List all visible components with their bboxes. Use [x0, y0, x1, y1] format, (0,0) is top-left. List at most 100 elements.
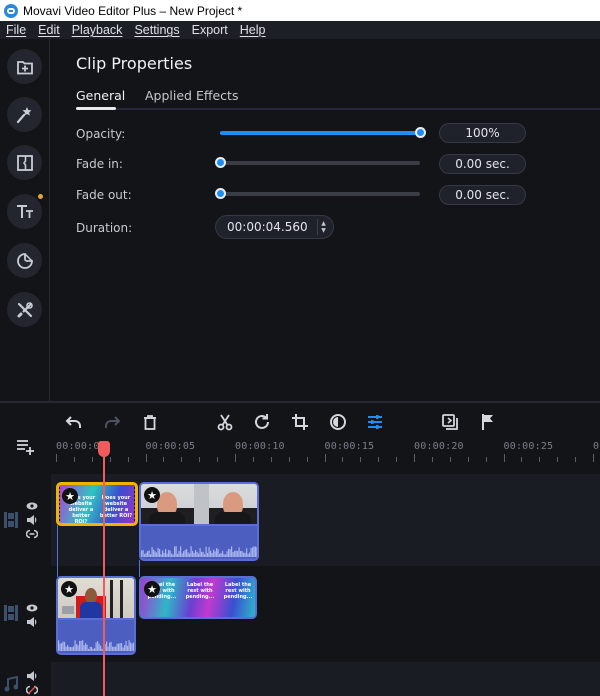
ruler-tick: [467, 457, 469, 462]
ruler-label: 00:00:10: [235, 441, 285, 452]
redo-button[interactable]: [102, 412, 122, 432]
title-clip[interactable]: ★ Label the rest with pending... Label t…: [139, 576, 257, 619]
video-clip-man[interactable]: ★: [139, 482, 259, 526]
waveform-bar: [255, 546, 257, 557]
track-3-unlink-toggle[interactable]: [26, 684, 38, 696]
ruler-tick: [414, 454, 415, 462]
color-adjust-button[interactable]: [328, 412, 348, 432]
waveform-bar: [177, 553, 179, 557]
opacity-slider-thumb[interactable]: [415, 127, 426, 138]
trim-handle-left[interactable]: [59, 487, 60, 523]
waveform-bar: [205, 546, 207, 557]
eye-icon: [26, 604, 38, 612]
fade-in-slider[interactable]: [215, 157, 420, 168]
title-clip-selected[interactable]: ★ Does your website deliver a better ROI…: [56, 482, 138, 526]
opacity-value-field[interactable]: 100%: [439, 123, 526, 143]
waveform-bar: [61, 643, 63, 651]
ruler-tick: [521, 457, 523, 462]
opacity-slider[interactable]: [220, 127, 426, 138]
crop-button[interactable]: [290, 412, 310, 432]
menu-export[interactable]: Export: [186, 23, 234, 37]
track-1-mute-toggle[interactable]: [26, 514, 38, 526]
link-icon: [26, 529, 38, 539]
waveform-bar: [183, 551, 185, 557]
waveform-bar: [80, 640, 82, 651]
ruler-tick: [306, 457, 308, 462]
tab-applied-effects[interactable]: Applied Effects: [145, 88, 238, 103]
menu-playback[interactable]: Playback: [66, 23, 129, 37]
duration-spinbox[interactable]: 00:00:04.560 ▲ ▼: [215, 215, 334, 239]
time-ruler[interactable]: 00:00:00 00:00:05 00:00:10 00:00:15 00:00:20…: [51, 433, 600, 471]
tools-sidebar: [0, 39, 50, 401]
waveform-bar: [226, 551, 228, 557]
track-1-link-toggle[interactable]: [26, 528, 38, 540]
track-1-visibility-toggle[interactable]: [26, 500, 38, 512]
waveform-bar: [109, 642, 111, 651]
waveform-bar: [208, 547, 210, 557]
track-3-lane[interactable]: [51, 662, 600, 696]
overlay-button[interactable]: [440, 412, 460, 432]
fade-in-value-field[interactable]: 0.00 sec.: [439, 154, 526, 174]
track-3-mute-toggle[interactable]: [26, 670, 38, 682]
speaker-icon: [27, 671, 37, 681]
undo-icon: [65, 416, 81, 428]
waveform-bar: [113, 646, 115, 651]
add-track-button[interactable]: [15, 437, 35, 457]
track-2-mute-toggle[interactable]: [26, 616, 38, 628]
clip-caption: Label the rest with pending...: [223, 582, 253, 600]
audio-waveform-clip[interactable]: [139, 526, 259, 561]
sidebar-stickers-button[interactable]: [7, 243, 42, 278]
waveform-bar: [110, 641, 112, 651]
sidebar-transitions-button[interactable]: [7, 145, 42, 180]
add-marker-button[interactable]: [478, 412, 498, 432]
sidebar-import-button[interactable]: [7, 49, 42, 84]
playhead-line[interactable]: [103, 441, 105, 696]
fade-out-slider[interactable]: [215, 188, 420, 199]
waveform-bar: [112, 646, 114, 651]
waveform-bar: [141, 550, 143, 557]
sidebar-tools-button[interactable]: [7, 292, 42, 327]
audio-waveform-clip[interactable]: [56, 620, 136, 655]
split-button[interactable]: [215, 412, 235, 432]
waveform-bar: [147, 551, 149, 557]
waveform-bar: [98, 643, 100, 651]
trim-handle-right[interactable]: [134, 487, 135, 523]
track-2-visibility-toggle[interactable]: [26, 602, 38, 614]
overlay-icon: [442, 414, 458, 430]
waveform-bar: [172, 554, 174, 557]
rotate-button[interactable]: [252, 412, 272, 432]
waveform-bar: [127, 645, 129, 651]
video-clip-woman[interactable]: ★: [56, 576, 136, 620]
sidebar-titles-button[interactable]: [7, 194, 42, 229]
sidebar-effects-button[interactable]: [7, 97, 42, 132]
ruler-label: 00:00:25: [503, 441, 554, 452]
tab-general[interactable]: General: [76, 88, 125, 103]
audio-waveform: [141, 546, 257, 557]
menu-edit[interactable]: Edit: [32, 23, 66, 37]
delete-button[interactable]: [140, 412, 160, 432]
audio-waveform: [58, 640, 134, 651]
menu-file[interactable]: File: [0, 23, 32, 37]
waveform-bar: [89, 646, 91, 651]
undo-button[interactable]: [64, 412, 84, 432]
menu-settings[interactable]: Settings: [128, 23, 185, 37]
ruler-tick: [145, 454, 147, 462]
waveform-bar: [202, 551, 204, 557]
menu-help[interactable]: Help: [234, 23, 272, 37]
scissors-icon: [217, 414, 233, 431]
fade-in-slider-thumb[interactable]: [215, 157, 226, 168]
duration-value[interactable]: 00:00:04.560: [216, 220, 316, 234]
spin-up-icon[interactable]: ▲: [321, 220, 326, 227]
waveform-bar: [246, 548, 248, 557]
spin-down-icon[interactable]: ▼: [321, 227, 326, 234]
favorite-star-icon: ★: [62, 488, 78, 504]
duration-spin-buttons[interactable]: ▲ ▼: [317, 219, 329, 235]
playhead-handle[interactable]: [98, 441, 110, 457]
waveform-bar: [125, 640, 127, 651]
waveform-bar: [118, 643, 120, 651]
waveform-bar: [119, 643, 121, 651]
unlink-icon: [26, 685, 38, 695]
clip-properties-button[interactable]: [365, 412, 385, 432]
fade-out-value-field[interactable]: 0.00 sec.: [439, 185, 526, 205]
fade-out-slider-thumb[interactable]: [215, 188, 226, 199]
